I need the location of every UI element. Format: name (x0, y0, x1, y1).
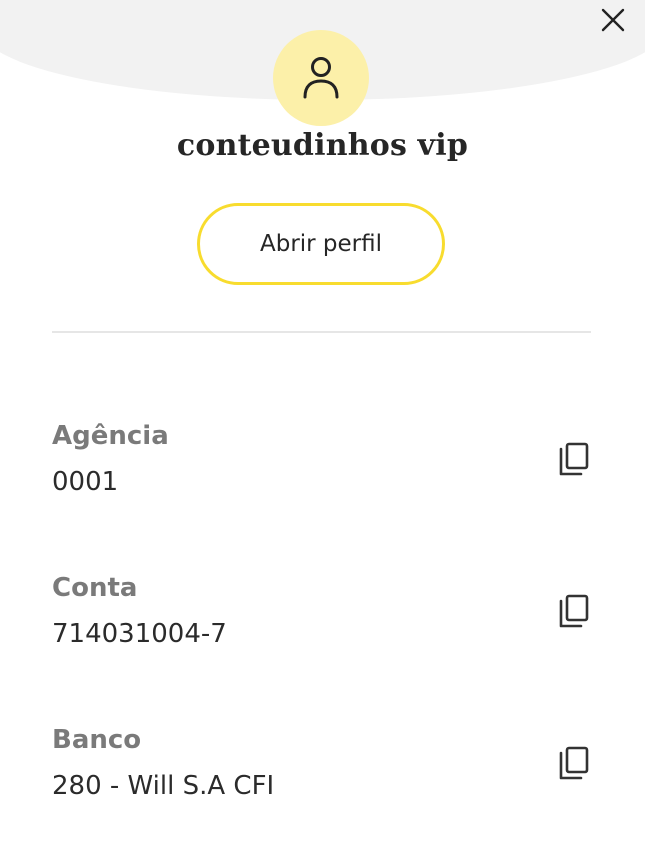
copy-icon (559, 442, 589, 476)
profile-sheet: conteudinhos vip Abrir perfil Agência 00… (0, 0, 645, 858)
copy-icon (559, 746, 589, 780)
agencia-label: Agência (52, 421, 169, 451)
info-row-conta: Conta 714031004-7 (52, 573, 598, 673)
profile-name: conteudinhos vip (176, 128, 469, 163)
info-row-agencia: Agência 0001 (52, 421, 598, 521)
conta-value: 714031004-7 (52, 619, 227, 649)
conta-label: Conta (52, 573, 138, 603)
divider (52, 331, 591, 333)
open-profile-button[interactable]: Abrir perfil (197, 203, 445, 285)
agencia-value: 0001 (52, 467, 119, 497)
copy-conta-button[interactable] (550, 587, 598, 635)
info-row-banco: Banco 280 - Will S.A CFI (52, 725, 598, 825)
copy-agencia-button[interactable] (550, 435, 598, 483)
close-icon (601, 8, 625, 32)
person-icon (303, 57, 339, 99)
banco-label: Banco (52, 725, 142, 755)
copy-icon (559, 594, 589, 628)
copy-banco-button[interactable] (550, 739, 598, 787)
banco-value: 280 - Will S.A CFI (52, 771, 275, 801)
avatar (273, 30, 369, 126)
close-button[interactable] (597, 4, 629, 36)
